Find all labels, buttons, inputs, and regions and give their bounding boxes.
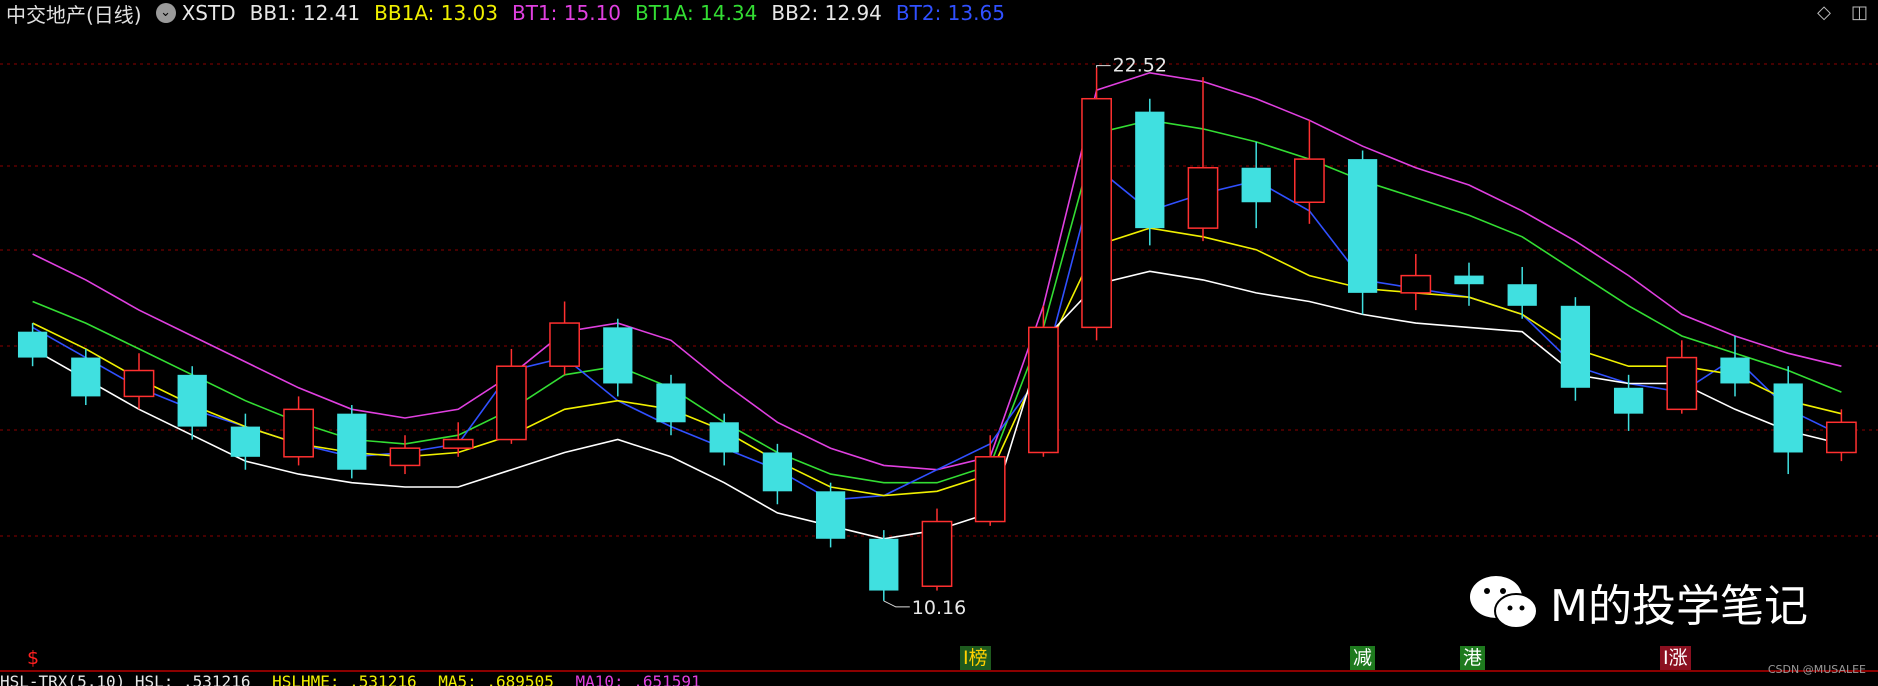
- candle-body: [283, 408, 314, 458]
- stock-name: 中交地产(日线): [6, 2, 142, 27]
- indicator-value-bb1a: BB1A: 13.03: [374, 1, 499, 25]
- candle-body: [762, 452, 793, 492]
- candle-body: [442, 438, 474, 449]
- watermark: M的投学笔记: [1468, 570, 1808, 634]
- high-marker: [1096, 65, 1111, 68]
- panel-divider: [0, 670, 1878, 672]
- candle-body: [1028, 326, 1059, 454]
- sub-indicator-bar: HSL-TRX(5,10) HSL: .531216 HSLHME: .5312…: [0, 674, 1878, 686]
- candle-body: [1347, 159, 1378, 293]
- sub-indicator-ma10: MA10: .651591: [575, 674, 701, 686]
- window-controls: ◇ ◫: [1817, 2, 1868, 23]
- indicator-settings-icon[interactable]: ⌄: [155, 3, 176, 23]
- candle-body: [177, 374, 207, 427]
- candle-body: [1081, 97, 1112, 329]
- candle-body: [337, 413, 367, 470]
- indicator-value-bt1a: BT1A: 14.34: [635, 1, 758, 25]
- candle-body: [815, 491, 846, 539]
- candle-body: [1135, 111, 1165, 229]
- low-price-label: 10.16: [912, 597, 966, 619]
- indicator-value-bt2: BT2: 13.65: [895, 1, 1005, 25]
- candle-body: [603, 327, 633, 384]
- indicator-value-bt1: BT1: 15.10: [512, 1, 622, 25]
- candle-body: [1773, 383, 1803, 453]
- indicator-value-bb1: BB1: 12.41: [249, 1, 361, 25]
- candle-body: [1507, 284, 1537, 306]
- indicator-value-bb2: BB2: 12.94: [771, 1, 882, 25]
- candle-body: [71, 357, 101, 397]
- candle-body: [389, 447, 421, 467]
- candle-body: [17, 331, 48, 358]
- candle-body: [1560, 305, 1591, 388]
- candle-body: [921, 520, 953, 587]
- candle-body: [549, 322, 580, 367]
- low-marker: [883, 600, 910, 608]
- price-chart[interactable]: 22.52 10.16: [0, 26, 1878, 644]
- tag-dollar[interactable]: $: [24, 646, 43, 670]
- tag-reduce[interactable]: 减: [1350, 646, 1376, 670]
- candle-body: [1826, 421, 1857, 454]
- candle-body: [123, 369, 155, 398]
- watermark-text: M的投学笔记: [1550, 581, 1808, 632]
- sub-indicator-hsl: HSL-TRX(5,10) HSL: .531216: [0, 674, 251, 686]
- candle-body: [1666, 356, 1698, 411]
- wechat-icon: [1470, 576, 1538, 629]
- candle-body: [1613, 387, 1644, 414]
- chart-header: 中交地产(日线) ⌄ XSTD BB1: 12.41 BB1A: 13.03 B…: [0, 0, 1878, 27]
- tag-rise[interactable]: I涨: [1660, 646, 1691, 670]
- candle-body: [496, 365, 527, 441]
- candle-body: [1454, 275, 1484, 285]
- candle-body: [869, 538, 899, 591]
- candle-body: [230, 426, 261, 457]
- indicator-name: XSTD: [181, 1, 236, 25]
- candle-body: [974, 456, 1006, 523]
- panel-icon[interactable]: ◫: [1851, 2, 1868, 23]
- candle-body: [1400, 274, 1432, 294]
- candle-body: [1294, 158, 1325, 204]
- candle-body: [656, 383, 686, 423]
- tag-list[interactable]: I榜: [960, 646, 991, 670]
- sub-indicator-ma5: MA5: .689505: [438, 674, 554, 686]
- candle-body: [1720, 357, 1750, 384]
- high-price-label: 22.52: [1113, 55, 1167, 77]
- candle-body: [1241, 167, 1271, 203]
- candle-body: [709, 422, 739, 453]
- sub-indicator-hslhme: HSLHME: .531216: [272, 674, 417, 686]
- tag-hk[interactable]: 港: [1460, 646, 1486, 670]
- candle-body: [1187, 166, 1219, 229]
- diamond-icon[interactable]: ◇: [1817, 2, 1831, 23]
- credit-text: CSDN @MUSALEE: [1767, 663, 1866, 676]
